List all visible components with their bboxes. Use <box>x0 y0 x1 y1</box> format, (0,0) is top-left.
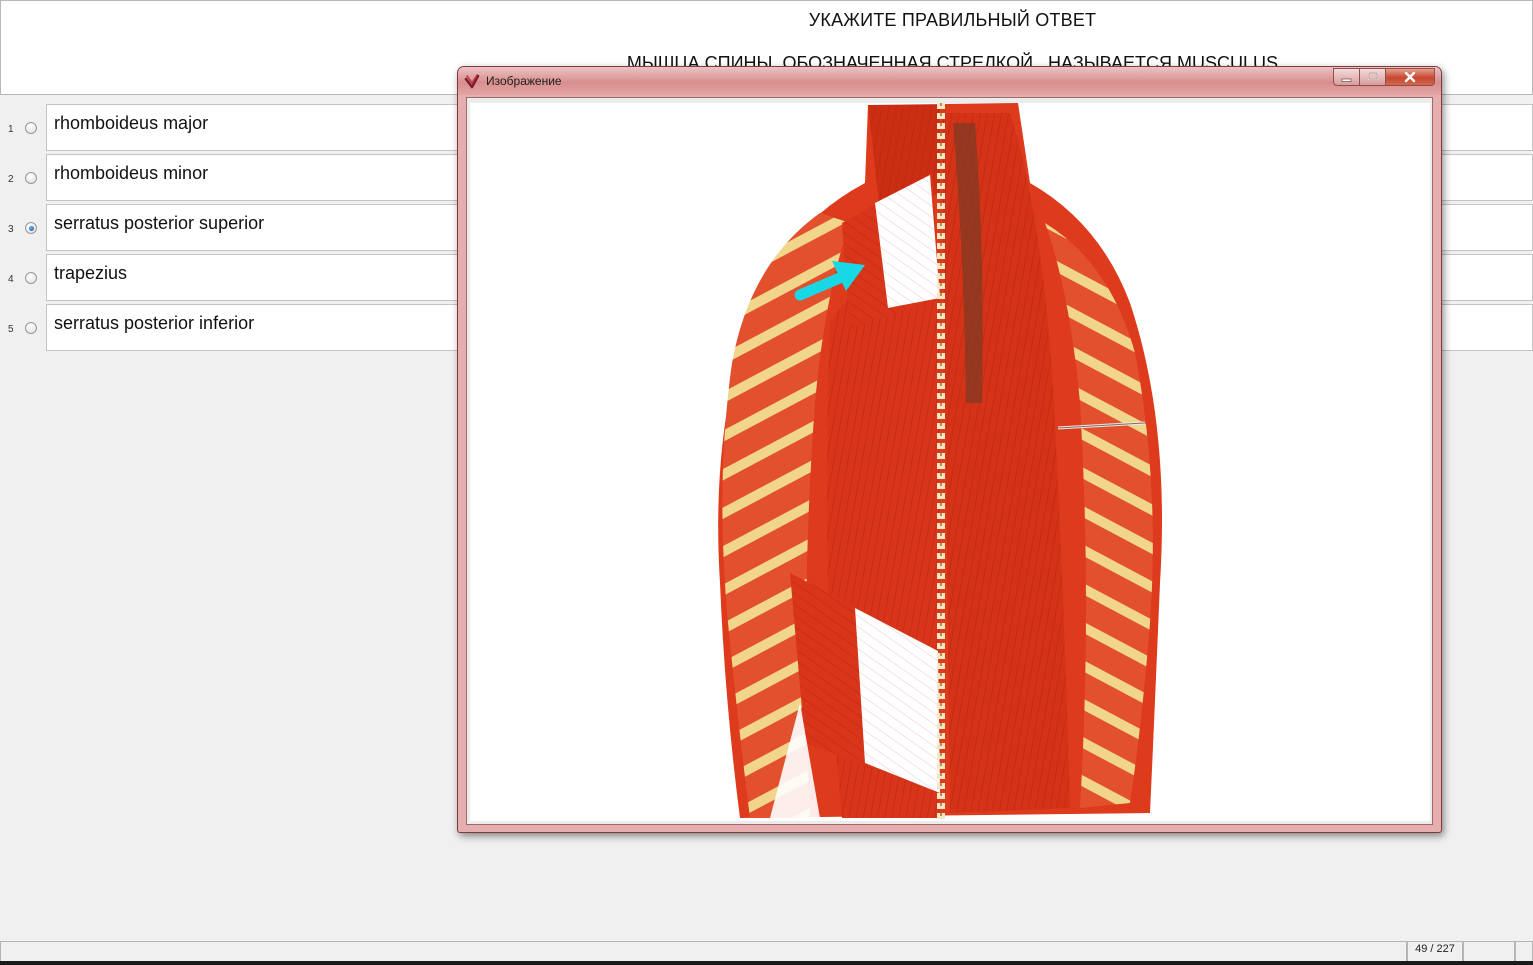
bottom-border <box>0 961 1533 965</box>
answer-text: serratus posterior inferior <box>54 313 255 333</box>
answer-radio[interactable] <box>25 322 37 334</box>
back-muscles-illustration <box>718 103 1162 821</box>
maximize-button[interactable] <box>1359 68 1386 86</box>
status-panel-end <box>1515 941 1533 962</box>
window-client <box>466 97 1433 825</box>
image-area <box>470 103 1430 821</box>
answer-radio[interactable] <box>25 222 37 234</box>
status-panel-main <box>0 941 1407 962</box>
minimize-icon <box>1341 78 1352 82</box>
window-title: Изображение <box>486 74 562 88</box>
answer-radio[interactable] <box>25 272 37 284</box>
answer-number: 1 <box>8 124 14 135</box>
minimize-button[interactable] <box>1333 68 1360 86</box>
answer-radio[interactable] <box>25 122 37 134</box>
answer-text: serratus posterior superior <box>54 213 265 233</box>
close-button[interactable] <box>1385 68 1435 86</box>
close-icon <box>1404 71 1416 83</box>
status-panel-extra <box>1463 941 1515 962</box>
answer-text: trapezius <box>54 263 128 283</box>
maximize-icon <box>1368 72 1378 80</box>
answer-number: 3 <box>8 224 14 235</box>
answer-number: 5 <box>8 324 14 335</box>
answer-text: rhomboideus major <box>54 113 209 133</box>
answer-number: 2 <box>8 174 14 185</box>
answer-number: 4 <box>8 274 14 285</box>
question-header: УКАЖИТЕ ПРАВИЛЬНЫЙ ОТВЕТ <box>808 10 1097 30</box>
answer-text: rhomboideus minor <box>54 163 209 183</box>
question-counter: 49 / 227 <box>1415 943 1455 955</box>
answer-radio[interactable] <box>25 172 37 184</box>
window-titlebar[interactable]: Изображение <box>458 67 1441 95</box>
app-icon <box>464 74 480 89</box>
image-window[interactable]: Изображение <box>457 66 1442 833</box>
